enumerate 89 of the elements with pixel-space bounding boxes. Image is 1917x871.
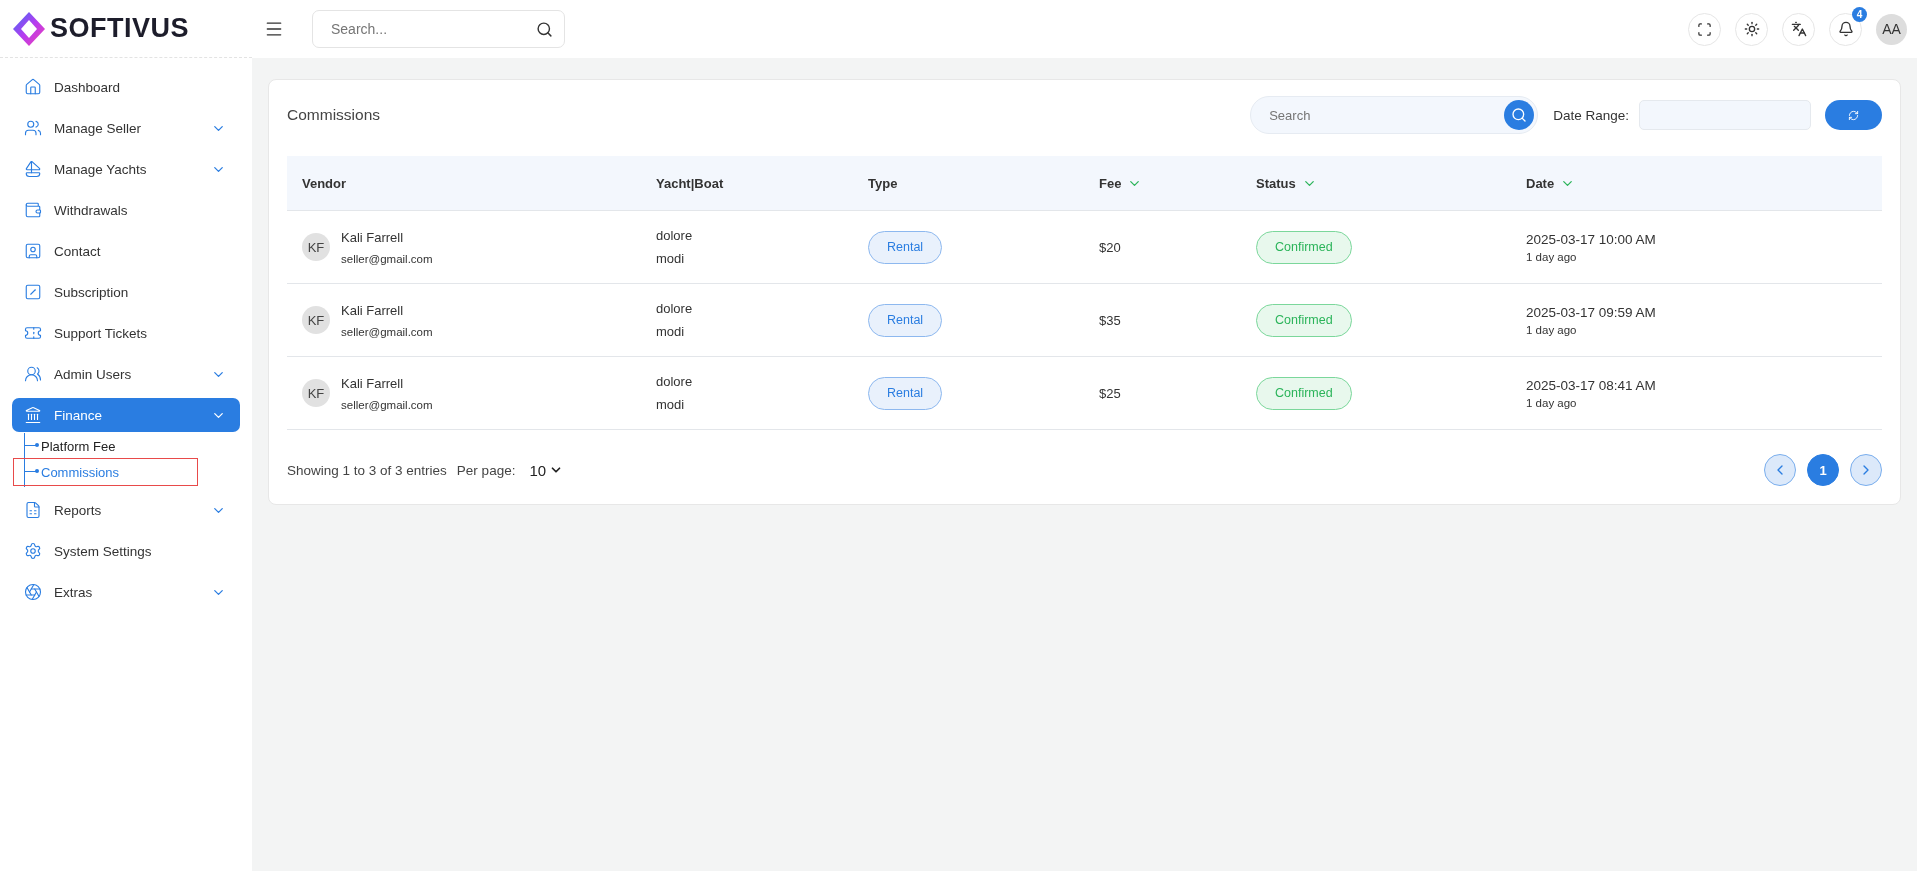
fullscreen-button[interactable] <box>1688 12 1721 46</box>
search-icon <box>536 20 553 38</box>
sun-icon <box>1743 21 1760 37</box>
relative-time: 1 day ago <box>1526 250 1578 263</box>
vendor-name: Kali Farrell <box>341 302 405 318</box>
bank-icon <box>24 406 42 424</box>
per-page-select[interactable]: 10 <box>529 461 564 479</box>
ticket-icon <box>24 324 42 342</box>
spreadsheet-icon <box>24 501 42 519</box>
notifications-button[interactable] <box>1829 12 1862 46</box>
next-page-button[interactable] <box>1850 454 1882 486</box>
sailboat-icon <box>24 160 42 178</box>
wallet-icon <box>24 201 42 219</box>
page-button[interactable]: 1 <box>1807 454 1839 486</box>
vendor-avatar: KF <box>302 306 330 334</box>
sidebar-item[interactable]: Withdrawals <box>12 193 240 227</box>
users-icon <box>24 365 42 383</box>
column-header[interactable]: Status <box>1256 175 1317 191</box>
users-icon <box>24 119 42 137</box>
refresh-icon <box>1848 109 1859 121</box>
boat-name: modi <box>656 397 686 412</box>
status-tag: Confirmed <box>1256 230 1352 264</box>
bell-icon <box>1837 21 1854 37</box>
date-range-field[interactable] <box>1639 100 1811 130</box>
vendor-email: seller@gmail.com <box>341 325 433 338</box>
status-tag: Confirmed <box>1256 303 1352 337</box>
vendor-avatar: KF <box>302 379 330 407</box>
slashed-square-icon <box>24 283 42 301</box>
per-page-label: Per page: <box>456 462 516 478</box>
vendor-avatar: KF <box>302 233 330 261</box>
sidebar-item[interactable]: Admin Users <box>12 357 240 391</box>
language-button[interactable] <box>1782 12 1815 46</box>
status-tag: Confirmed <box>1256 376 1352 410</box>
date-value: 2025-03-17 08:41 AM <box>1526 377 1657 393</box>
yacht-name: dolore <box>656 374 694 389</box>
sidebar-item[interactable]: Support Tickets <box>12 316 240 350</box>
fullscreen-icon <box>1697 21 1712 37</box>
search-field[interactable]: Search... <box>312 10 565 48</box>
yacht-name: dolore <box>656 228 694 243</box>
column-header: Type <box>868 175 898 191</box>
contact-card-icon <box>24 242 42 260</box>
card-title: Commissions <box>287 106 381 124</box>
submenu-item[interactable]: Platform Fee <box>14 433 197 459</box>
type-tag: Rental <box>868 303 943 337</box>
aperture-icon <box>24 583 42 601</box>
column-header: Yacht|Boat <box>656 175 724 191</box>
sidebar-item[interactable]: Manage Seller <box>12 111 240 145</box>
column-header[interactable]: Date <box>1526 175 1576 191</box>
boat-name: modi <box>656 324 686 339</box>
entries-info: Showing 1 to 3 of 3 entries <box>287 462 447 478</box>
sidebar-item[interactable]: Reports <box>12 493 240 527</box>
boat-name: modi <box>656 251 686 266</box>
relative-time: 1 day ago <box>1526 396 1578 409</box>
submenu-item[interactable]: Commissions <box>14 459 197 485</box>
sidebar-item[interactable]: Dashboard <box>12 70 240 104</box>
date-value: 2025-03-17 09:59 AM <box>1526 304 1657 320</box>
fee-value: $25 <box>1099 385 1122 401</box>
sidebar-item[interactable]: Extras <box>12 575 240 609</box>
vendor-name: Kali Farrell <box>341 375 405 391</box>
column-header: Vendor <box>302 175 347 191</box>
sidebar-item[interactable]: System Settings <box>12 534 240 568</box>
fee-value: $35 <box>1099 312 1122 328</box>
logo-text: SOFTIVUS <box>50 13 189 44</box>
vendor-name: Kali Farrell <box>341 229 405 245</box>
search-field[interactable]: Search <box>1250 96 1539 134</box>
settings-icon <box>24 542 42 560</box>
sidebar-item[interactable]: Finance <box>12 398 240 432</box>
notification-count: 4 <box>1852 6 1867 22</box>
logo-icon <box>12 10 46 47</box>
home-icon <box>24 78 42 96</box>
vendor-email: seller@gmail.com <box>341 398 433 411</box>
date-value: 2025-03-17 10:00 AM <box>1526 231 1657 247</box>
type-tag: Rental <box>868 376 943 410</box>
date-range-label: Date Range: <box>1553 107 1629 123</box>
user-avatar[interactable]: AA <box>1876 13 1907 45</box>
theme-button[interactable] <box>1735 12 1768 46</box>
relative-time: 1 day ago <box>1526 323 1578 336</box>
refresh-button[interactable] <box>1825 100 1882 130</box>
yacht-name: dolore <box>656 301 694 316</box>
sidebar-item[interactable]: Manage Yachts <box>12 152 240 186</box>
type-tag: Rental <box>868 230 943 264</box>
translate-icon <box>1790 21 1807 37</box>
vendor-email: seller@gmail.com <box>341 252 433 265</box>
column-header[interactable]: Fee <box>1099 175 1143 191</box>
sidebar-item[interactable]: Contact <box>12 234 240 268</box>
fee-value: $20 <box>1099 239 1122 255</box>
previous-page-button[interactable] <box>1764 454 1796 486</box>
search-icon <box>1511 107 1528 123</box>
sidebar-item[interactable]: Subscription <box>12 275 240 309</box>
